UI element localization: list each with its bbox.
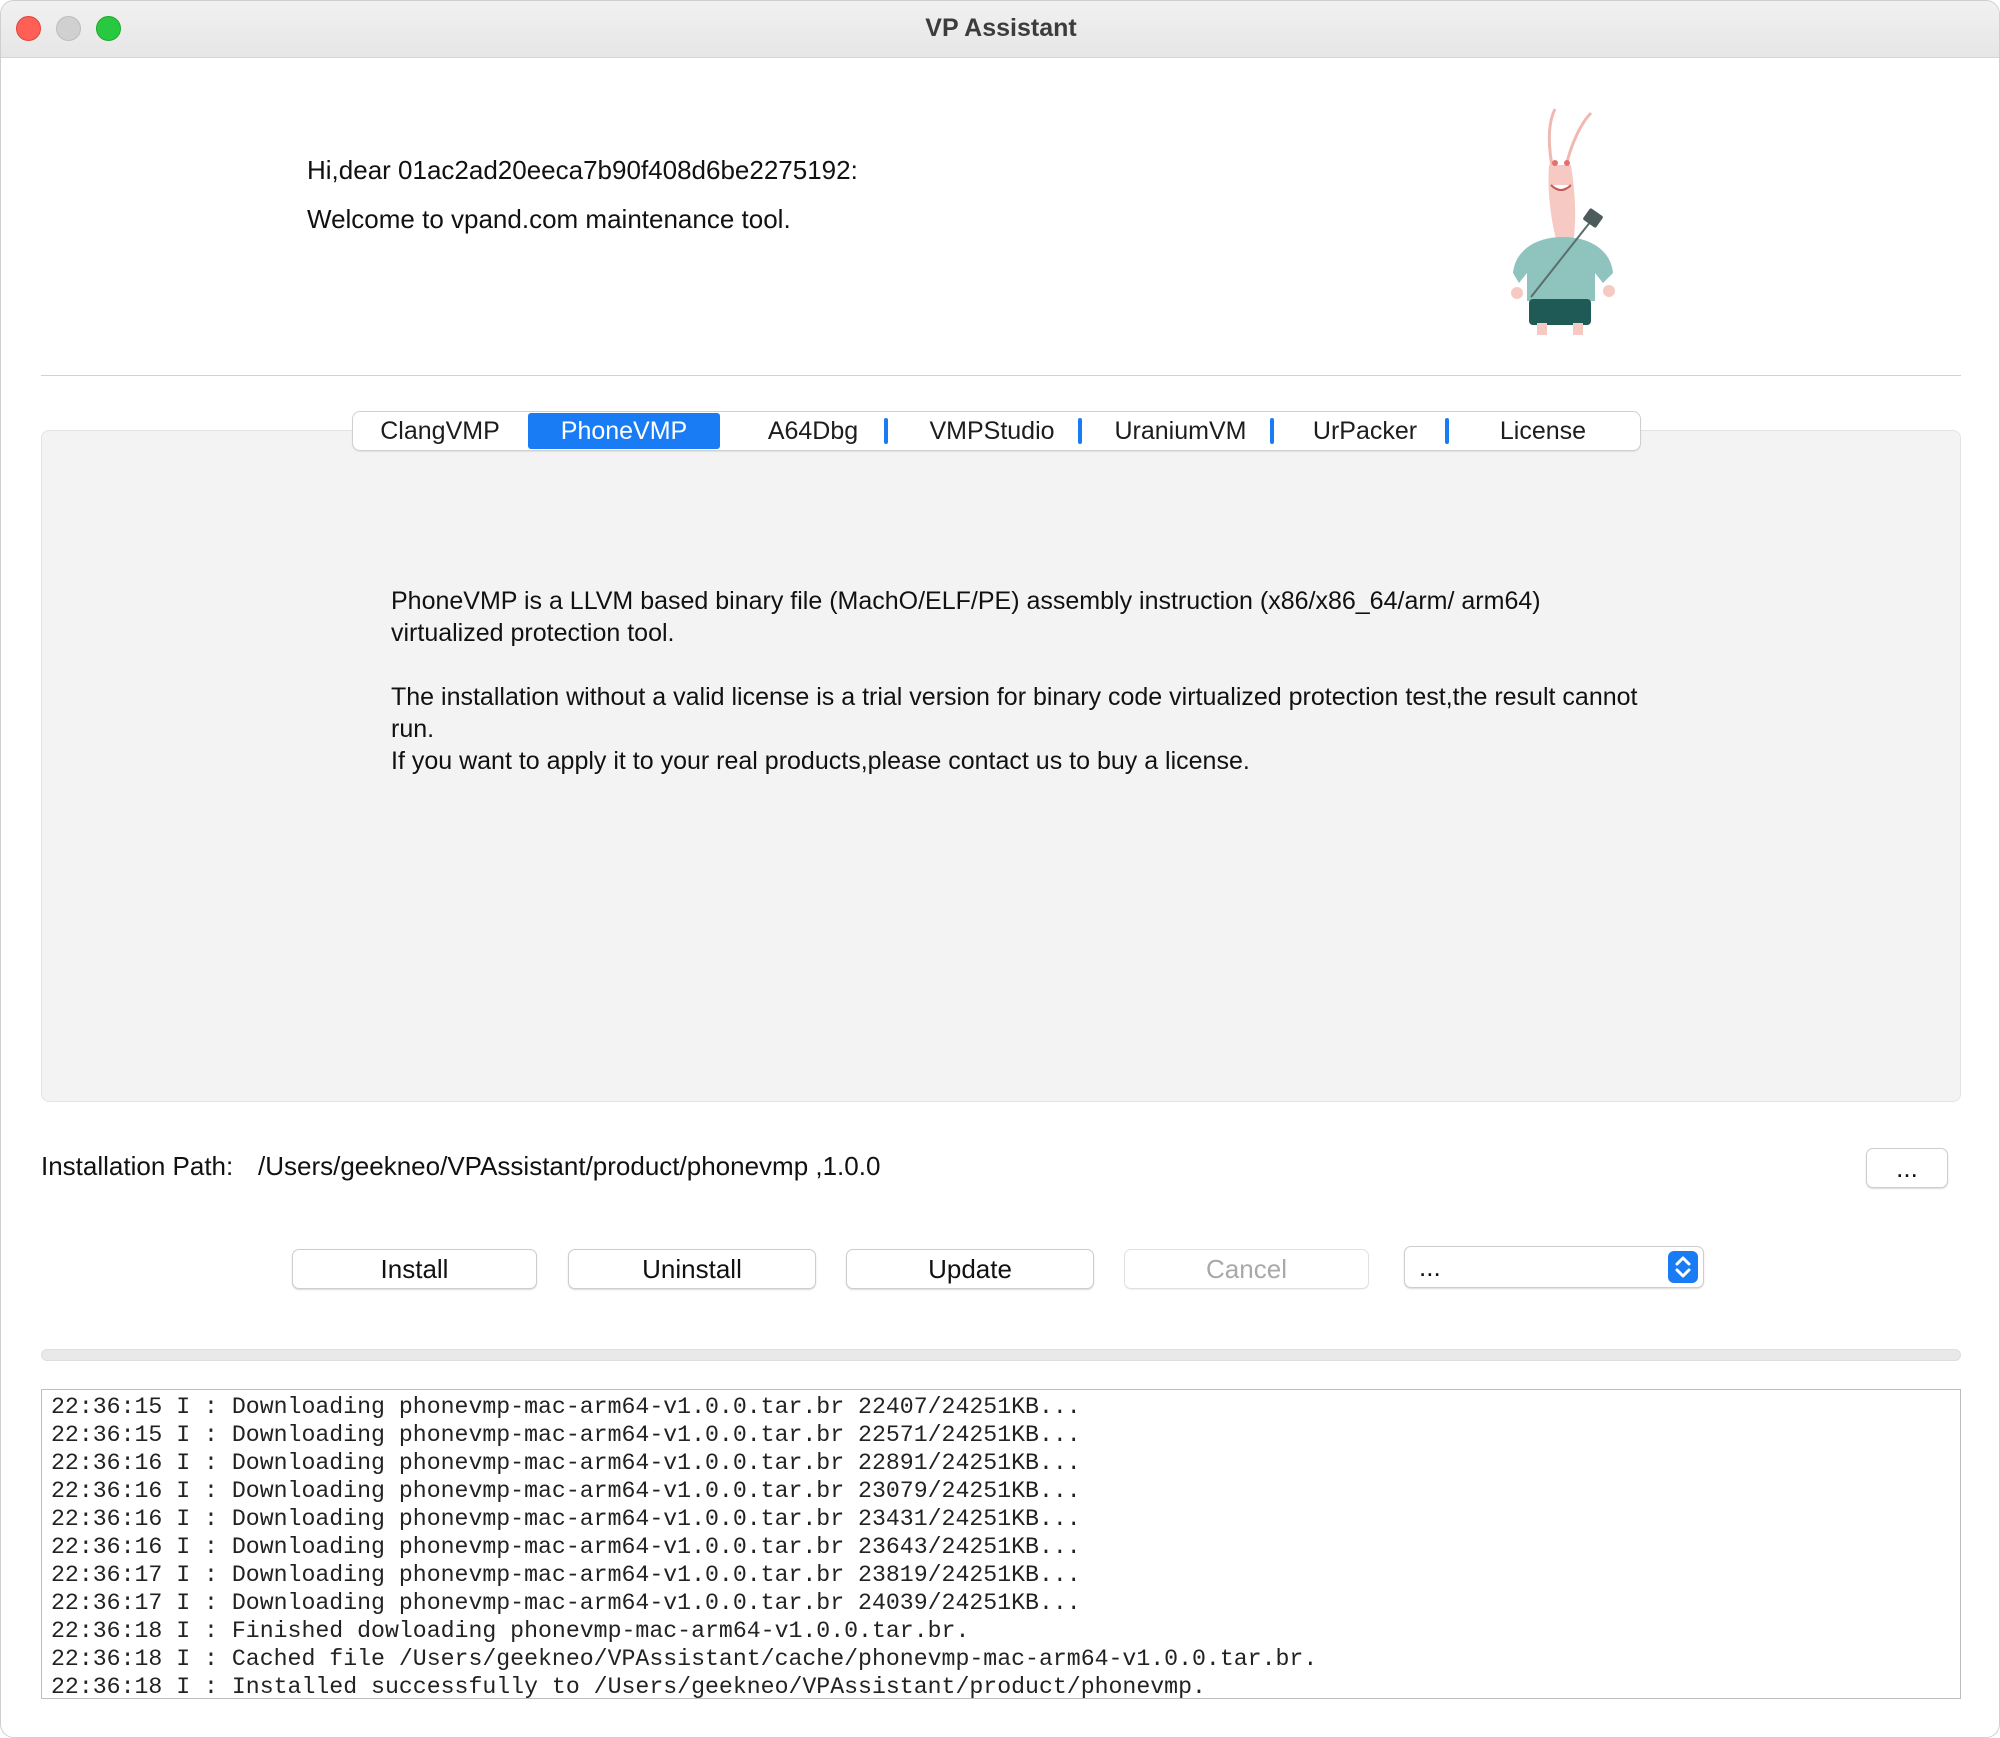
tab-urpacker[interactable]: UrPacker: [1275, 413, 1455, 449]
uninstall-button[interactable]: Uninstall: [568, 1249, 816, 1289]
product-tab-bar: ClangVMP PhoneVMP A64Dbg VMPStudio Urani…: [352, 411, 1641, 451]
license-notice: If you want to apply it to your real pro…: [391, 747, 1250, 775]
log-line: 22:36:15 I : Downloading phonevmp-mac-ar…: [51, 1394, 1081, 1420]
installation-path-label: Installation Path:: [41, 1151, 234, 1181]
log-line: 22:36:16 I : Downloading phonevmp-mac-ar…: [51, 1506, 1081, 1532]
log-line: 22:36:17 I : Downloading phonevmp-mac-ar…: [51, 1590, 1081, 1616]
tab-separator: [1270, 418, 1274, 444]
version-select-value: ...: [1419, 1252, 1441, 1282]
trial-notice: The installation without a valid license…: [391, 683, 1638, 743]
log-output[interactable]: 22:36:15 I : Downloading phonevmp-mac-ar…: [41, 1389, 1961, 1699]
header-divider: [41, 375, 1961, 376]
rabbit-mascot-icon: [1511, 108, 1615, 335]
browse-path-button[interactable]: ...: [1866, 1148, 1948, 1188]
log-line: 22:36:16 I : Downloading phonevmp-mac-ar…: [51, 1478, 1081, 1504]
chevron-up-down-icon: [1668, 1251, 1698, 1283]
window-title: VP Assistant: [925, 14, 1077, 42]
tab-separator: [1078, 418, 1082, 444]
welcome-text: Welcome to vpand.com maintenance tool.: [307, 204, 791, 234]
install-button[interactable]: Install: [292, 1249, 537, 1289]
log-line: 22:36:18 I : Installed successfully to /…: [51, 1674, 1206, 1699]
installation-path-value: /Users/geekneo/VPAssistant/product/phone…: [258, 1151, 881, 1181]
tab-uraniumvm[interactable]: UraniumVM: [1088, 413, 1273, 449]
tab-vmpstudio[interactable]: VMPStudio: [901, 413, 1083, 449]
app-window: VP Assistant Hi,dear 01ac2ad20eeca7b90f4…: [0, 0, 2000, 1738]
update-button[interactable]: Update: [846, 1249, 1094, 1289]
tab-a64dbg[interactable]: A64Dbg: [723, 413, 903, 449]
log-line: 22:36:16 I : Downloading phonevmp-mac-ar…: [51, 1450, 1081, 1476]
log-line: 22:36:18 I : Finished dowloading phonevm…: [51, 1618, 970, 1644]
cancel-button: Cancel: [1124, 1249, 1369, 1289]
log-line: 22:36:15 I : Downloading phonevmp-mac-ar…: [51, 1422, 1081, 1448]
log-line: 22:36:16 I : Downloading phonevmp-mac-ar…: [51, 1534, 1081, 1560]
tab-clangvmp[interactable]: ClangVMP: [355, 413, 525, 449]
title-bar[interactable]: VP Assistant: [1, 1, 1999, 58]
product-description: PhoneVMP is a LLVM based binary file (Ma…: [391, 587, 1541, 647]
install-progress-bar: [41, 1349, 1961, 1361]
greeting-text: Hi,dear 01ac2ad20eeca7b90f408d6be2275192…: [307, 155, 858, 185]
tab-phonevmp[interactable]: PhoneVMP: [528, 413, 720, 449]
tab-license[interactable]: License: [1448, 413, 1638, 449]
log-line: 22:36:17 I : Downloading phonevmp-mac-ar…: [51, 1562, 1081, 1588]
version-select[interactable]: ...: [1404, 1246, 1704, 1288]
log-line: 22:36:18 I : Cached file /Users/geekneo/…: [51, 1646, 1318, 1672]
tab-separator: [884, 418, 888, 444]
